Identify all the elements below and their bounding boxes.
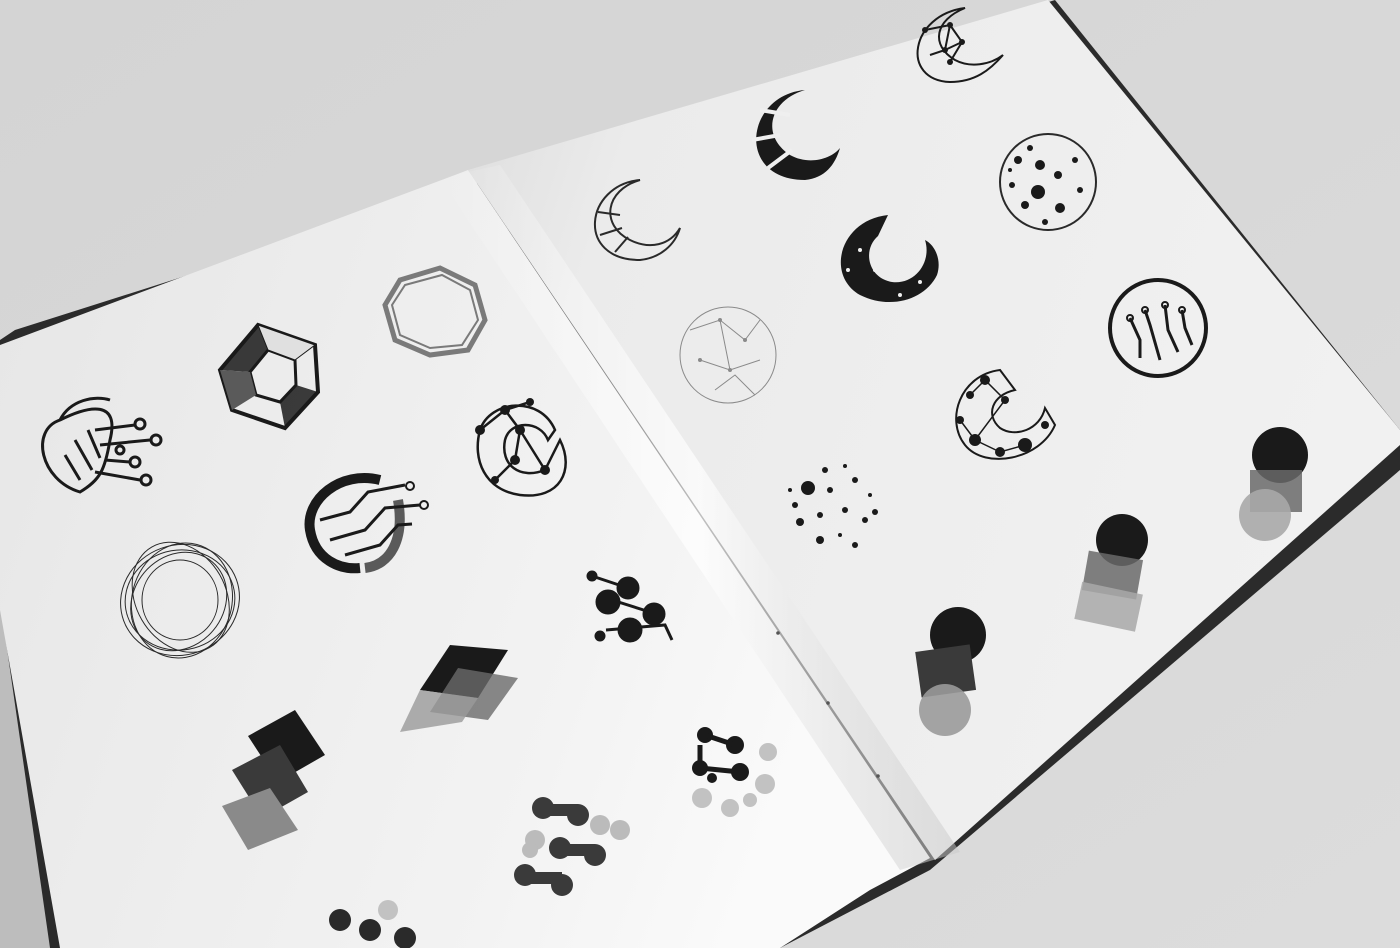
sketchbook-scene <box>0 0 1400 948</box>
